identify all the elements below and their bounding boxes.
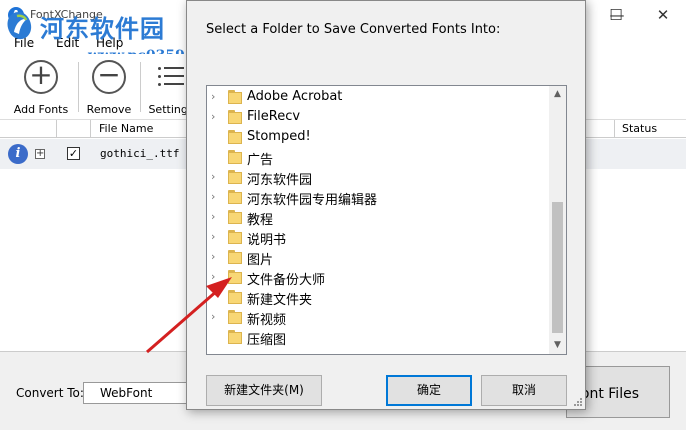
chevron-right-icon[interactable]: ›: [211, 190, 215, 203]
folder-icon: [228, 170, 242, 184]
chevron-right-icon[interactable]: ›: [211, 270, 215, 283]
app-root: A FontXChange — ☐ ✕ File Edit Help 河东软件园…: [0, 0, 686, 430]
folder-item[interactable]: › 河东软件园专用编辑器: [207, 187, 549, 208]
folder-icon: [228, 210, 242, 224]
folder-label: 河东软件园: [247, 173, 313, 188]
folder-icon: [228, 190, 242, 204]
dialog-title: Select a Folder to Save Converted Fonts …: [206, 22, 501, 37]
folder-label: FileRecv: [247, 109, 301, 124]
folder-tree-scrollbar[interactable]: ▲ ▼: [549, 86, 566, 354]
folder-item[interactable]: › 新视频: [207, 307, 549, 328]
scroll-down-button[interactable]: ▼: [549, 337, 566, 354]
folder-item[interactable]: › 文件备份大师: [207, 267, 549, 288]
folder-icon: [228, 250, 242, 264]
folder-label: Stomped!: [247, 129, 311, 144]
folder-icon: [228, 290, 242, 304]
column-divider[interactable]: [614, 120, 615, 138]
scroll-up-button[interactable]: ▲: [549, 86, 566, 103]
folder-icon: [228, 330, 242, 344]
settings-list-icon: [154, 60, 188, 94]
chevron-right-icon[interactable]: ›: [211, 250, 215, 263]
folder-item[interactable]: 广告: [207, 147, 549, 168]
close-button[interactable]: ✕: [640, 0, 686, 30]
scroll-thumb[interactable]: [552, 202, 563, 333]
folder-item[interactable]: Stomped!: [207, 127, 549, 147]
folder-icon: [228, 130, 242, 144]
chevron-right-icon[interactable]: ›: [211, 170, 215, 183]
folder-icon: [228, 230, 242, 244]
folder-picker-dialog: Select a Folder to Save Converted Fonts …: [186, 0, 586, 410]
folder-label: 文件备份大师: [247, 273, 326, 288]
resize-grip-icon[interactable]: [572, 396, 582, 406]
folder-label: 说明书: [247, 233, 287, 248]
row-checkbox[interactable]: ✓: [67, 147, 80, 160]
chevron-right-icon[interactable]: ›: [211, 210, 215, 223]
chevron-right-icon[interactable]: ›: [211, 230, 215, 243]
watermark-logo-icon: [7, 12, 32, 40]
folder-item[interactable]: › 图片: [207, 247, 549, 268]
folder-label: 压缩图: [247, 333, 287, 348]
new-folder-button[interactable]: 新建文件夹(M): [206, 375, 322, 406]
folder-label: 新建文件夹: [247, 293, 313, 308]
folder-label: 图片: [247, 253, 274, 268]
maximize-button[interactable]: ☐: [593, 0, 639, 30]
add-fonts-label: Add Fonts: [13, 103, 69, 116]
folder-item[interactable]: 新建文件夹: [207, 287, 549, 308]
minus-icon: −: [92, 58, 126, 94]
folder-item[interactable]: › Adobe Acrobat: [207, 87, 549, 107]
remove-label: Remove: [86, 103, 132, 116]
folder-item[interactable]: › 说明书: [207, 227, 549, 248]
remove-button[interactable]: − Remove: [78, 58, 140, 116]
folder-icon: [228, 110, 242, 124]
folder-icon: [228, 90, 242, 104]
folder-label: 广告: [247, 153, 274, 168]
row-filename: gothici_.ttf: [100, 147, 180, 160]
folder-icon: [228, 150, 242, 164]
chevron-right-icon[interactable]: ›: [211, 90, 215, 103]
ok-button[interactable]: 确定: [386, 375, 472, 406]
chevron-right-icon[interactable]: ›: [211, 110, 215, 123]
folder-label: 新视频: [247, 313, 287, 328]
folder-label: Adobe Acrobat: [247, 89, 343, 104]
folder-icon: [228, 310, 242, 324]
watermark-name: 河东软件园: [40, 14, 165, 43]
folder-item[interactable]: › 教程: [207, 207, 549, 228]
column-divider[interactable]: [56, 120, 57, 138]
folder-item[interactable]: 压缩图: [207, 327, 549, 348]
column-status[interactable]: Status: [622, 122, 657, 135]
folder-tree[interactable]: › Adobe Acrobat › FileRecv Stomped! 广告 › 河东软件园 ›…: [206, 85, 567, 355]
add-fonts-button[interactable]: + Add Fonts: [10, 58, 72, 116]
cancel-button[interactable]: 取消: [481, 375, 567, 406]
convert-to-select[interactable]: WebFont: [83, 382, 193, 404]
column-divider[interactable]: [90, 120, 91, 138]
expand-icon[interactable]: +: [35, 149, 45, 159]
plus-icon: +: [24, 58, 58, 94]
folder-item[interactable]: › FileRecv: [207, 107, 549, 127]
chevron-right-icon[interactable]: ›: [211, 310, 215, 323]
folder-label: 河东软件园专用编辑器: [247, 193, 378, 208]
folder-icon: [228, 270, 242, 284]
info-icon[interactable]: i: [8, 144, 28, 164]
folder-label: 教程: [247, 213, 274, 228]
column-file-name[interactable]: File Name: [99, 122, 153, 135]
folder-item[interactable]: › 河东软件园: [207, 167, 549, 188]
convert-to-label: Convert To:: [16, 386, 84, 400]
